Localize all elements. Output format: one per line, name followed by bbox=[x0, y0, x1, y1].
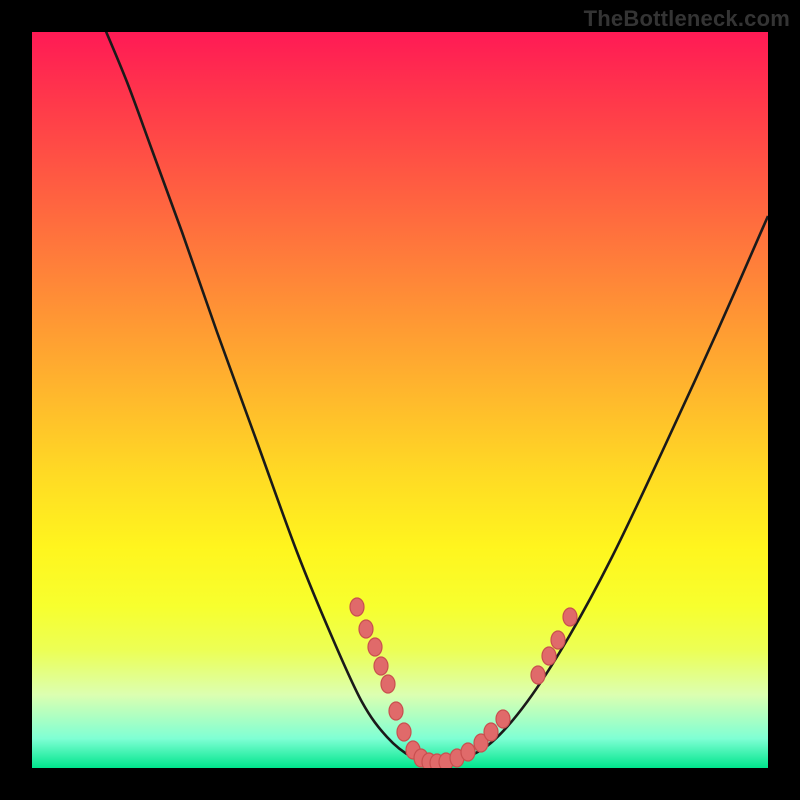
curve-dot bbox=[397, 723, 411, 741]
curve-dot bbox=[496, 710, 510, 728]
curve-dots bbox=[350, 598, 577, 768]
plot-area bbox=[32, 32, 768, 768]
curve-dot bbox=[381, 675, 395, 693]
curve-dot bbox=[359, 620, 373, 638]
curve-dot bbox=[368, 638, 382, 656]
curve-dot bbox=[374, 657, 388, 675]
curve-dot bbox=[350, 598, 364, 616]
curve-svg bbox=[32, 32, 768, 768]
curve-dot bbox=[389, 702, 403, 720]
curve-dot bbox=[484, 723, 498, 741]
curve-dot bbox=[563, 608, 577, 626]
curve-dot bbox=[531, 666, 545, 684]
bottleneck-curve bbox=[102, 32, 768, 763]
curve-dot bbox=[461, 743, 475, 761]
curve-dot bbox=[551, 631, 565, 649]
curve-dot bbox=[542, 647, 556, 665]
watermark-text: TheBottleneck.com bbox=[584, 6, 790, 32]
